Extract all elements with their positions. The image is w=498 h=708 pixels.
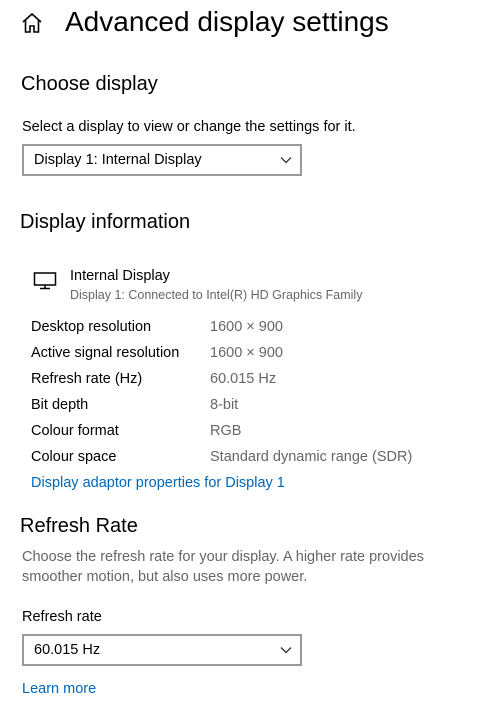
home-icon[interactable] <box>20 11 44 35</box>
display-select[interactable]: Display 1: Internal Display <box>22 144 302 176</box>
info-label-active-signal-resolution: Active signal resolution <box>31 345 180 361</box>
info-label-refresh-rate: Refresh rate (Hz) <box>31 371 143 387</box>
info-value-active-signal-resolution: 1600 × 900 <box>210 345 283 361</box>
display-select-value: Display 1: Internal Display <box>34 152 202 168</box>
monitor-icon <box>33 271 57 291</box>
info-value-bit-depth: 8-bit <box>210 397 239 413</box>
page-title: Advanced display settings <box>65 6 389 37</box>
info-label-colour-format: Colour format <box>31 423 119 439</box>
refresh-rate-field-label: Refresh rate <box>22 609 102 625</box>
display-subtitle: Display 1: Connected to Intel(R) HD Grap… <box>70 288 363 302</box>
info-value-desktop-resolution: 1600 × 900 <box>210 319 283 335</box>
chevron-down-icon <box>280 157 292 164</box>
display-adaptor-properties-link[interactable]: Display adaptor properties for Display 1 <box>31 473 285 493</box>
refresh-rate-description: Choose the refresh rate for your display… <box>22 549 424 585</box>
info-label-bit-depth: Bit depth <box>31 397 89 413</box>
info-value-colour-space: Standard dynamic range (SDR) <box>210 449 413 465</box>
choose-display-heading: Choose display <box>21 73 158 95</box>
info-value-colour-format: RGB <box>210 423 242 439</box>
choose-display-instruction: Select a display to view or change the s… <box>22 119 356 135</box>
refresh-rate-select[interactable]: 60.015 Hz <box>22 634 302 666</box>
info-label-desktop-resolution: Desktop resolution <box>31 319 152 335</box>
refresh-rate-select-value: 60.015 Hz <box>34 642 101 658</box>
info-label-colour-space: Colour space <box>31 449 117 465</box>
chevron-down-icon <box>280 647 292 654</box>
refresh-rate-heading: Refresh Rate <box>20 515 138 537</box>
learn-more-link[interactable]: Learn more <box>22 679 96 699</box>
display-name: Internal Display <box>70 268 170 284</box>
info-value-refresh-rate: 60.015 Hz <box>210 371 277 387</box>
display-information-heading: Display information <box>20 211 191 233</box>
